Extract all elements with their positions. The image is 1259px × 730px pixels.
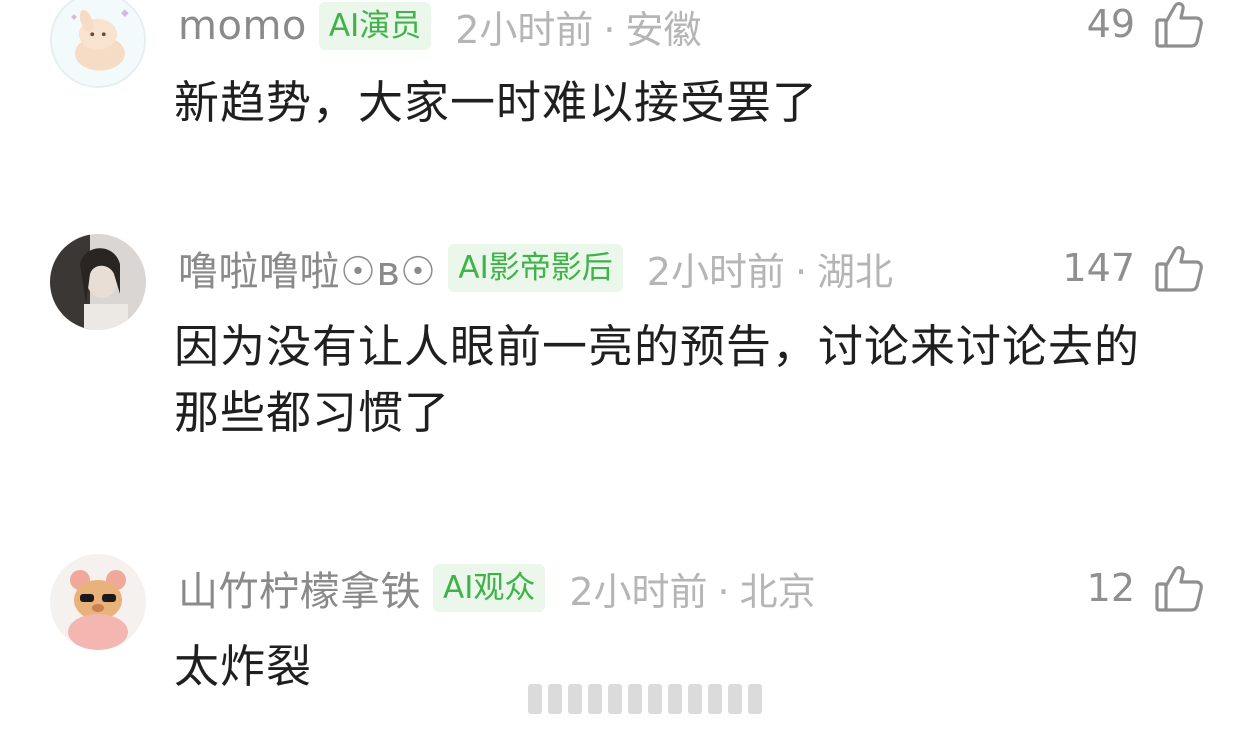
- blurred-watermark: [528, 684, 762, 714]
- thumbs-up-icon[interactable]: [1153, 242, 1205, 294]
- comment-location: 湖北: [817, 249, 894, 294]
- comment-header: 噜啦噜啦☉ʙ☉ AI影帝影后 2小时前 · 湖北: [178, 239, 1089, 297]
- comment-header: momo AI演员 2小时前 · 安徽: [178, 0, 1089, 52]
- comment-location: 安徽: [625, 7, 702, 52]
- comment-meta: 2小时前 · 湖北: [647, 241, 893, 296]
- comment-time: 2小时前: [646, 249, 785, 294]
- like-button[interactable]: 12: [1087, 560, 1205, 616]
- like-button[interactable]: 49: [1087, 0, 1205, 52]
- comment-text: 因为没有让人眼前一亮的预告，讨论来讨论去的那些都习惯了: [174, 320, 1141, 439]
- like-button[interactable]: 147: [1062, 240, 1205, 296]
- meta-separator: ·: [603, 7, 616, 52]
- portrait-photo-avatar[interactable]: [50, 234, 146, 330]
- username[interactable]: momo: [178, 3, 307, 49]
- comment-meta: 2小时前 · 北京: [569, 561, 815, 616]
- comment-meta: 2小时前 · 安徽: [455, 0, 701, 54]
- user-badge: AI演员: [318, 2, 432, 50]
- username[interactable]: 山竹柠檬拿铁: [178, 559, 421, 617]
- username[interactable]: 噜啦噜啦☉ʙ☉: [178, 239, 436, 297]
- user-badge: AI影帝影后: [448, 244, 623, 292]
- like-count: 12: [1086, 566, 1135, 610]
- like-count: 49: [1086, 2, 1135, 46]
- bear-plush-avatar[interactable]: [50, 554, 146, 650]
- comment-text: 新趋势，大家一时难以接受罢了: [174, 76, 819, 129]
- comment-time: 2小时前: [455, 7, 594, 52]
- thumbs-up-icon[interactable]: [1153, 0, 1205, 50]
- meta-separator: ·: [794, 249, 808, 294]
- user-badge: AI观众: [433, 564, 546, 612]
- comment-location: 北京: [739, 569, 816, 614]
- bunny-cartoon-avatar[interactable]: [50, 0, 146, 88]
- meta-separator: ·: [717, 569, 730, 614]
- thumbs-up-icon[interactable]: [1153, 562, 1205, 614]
- comment-time: 2小时前: [569, 569, 708, 614]
- comment-header: 山竹柠檬拿铁 AI观众 2小时前 · 北京: [178, 559, 1089, 617]
- like-count: 147: [1062, 246, 1135, 290]
